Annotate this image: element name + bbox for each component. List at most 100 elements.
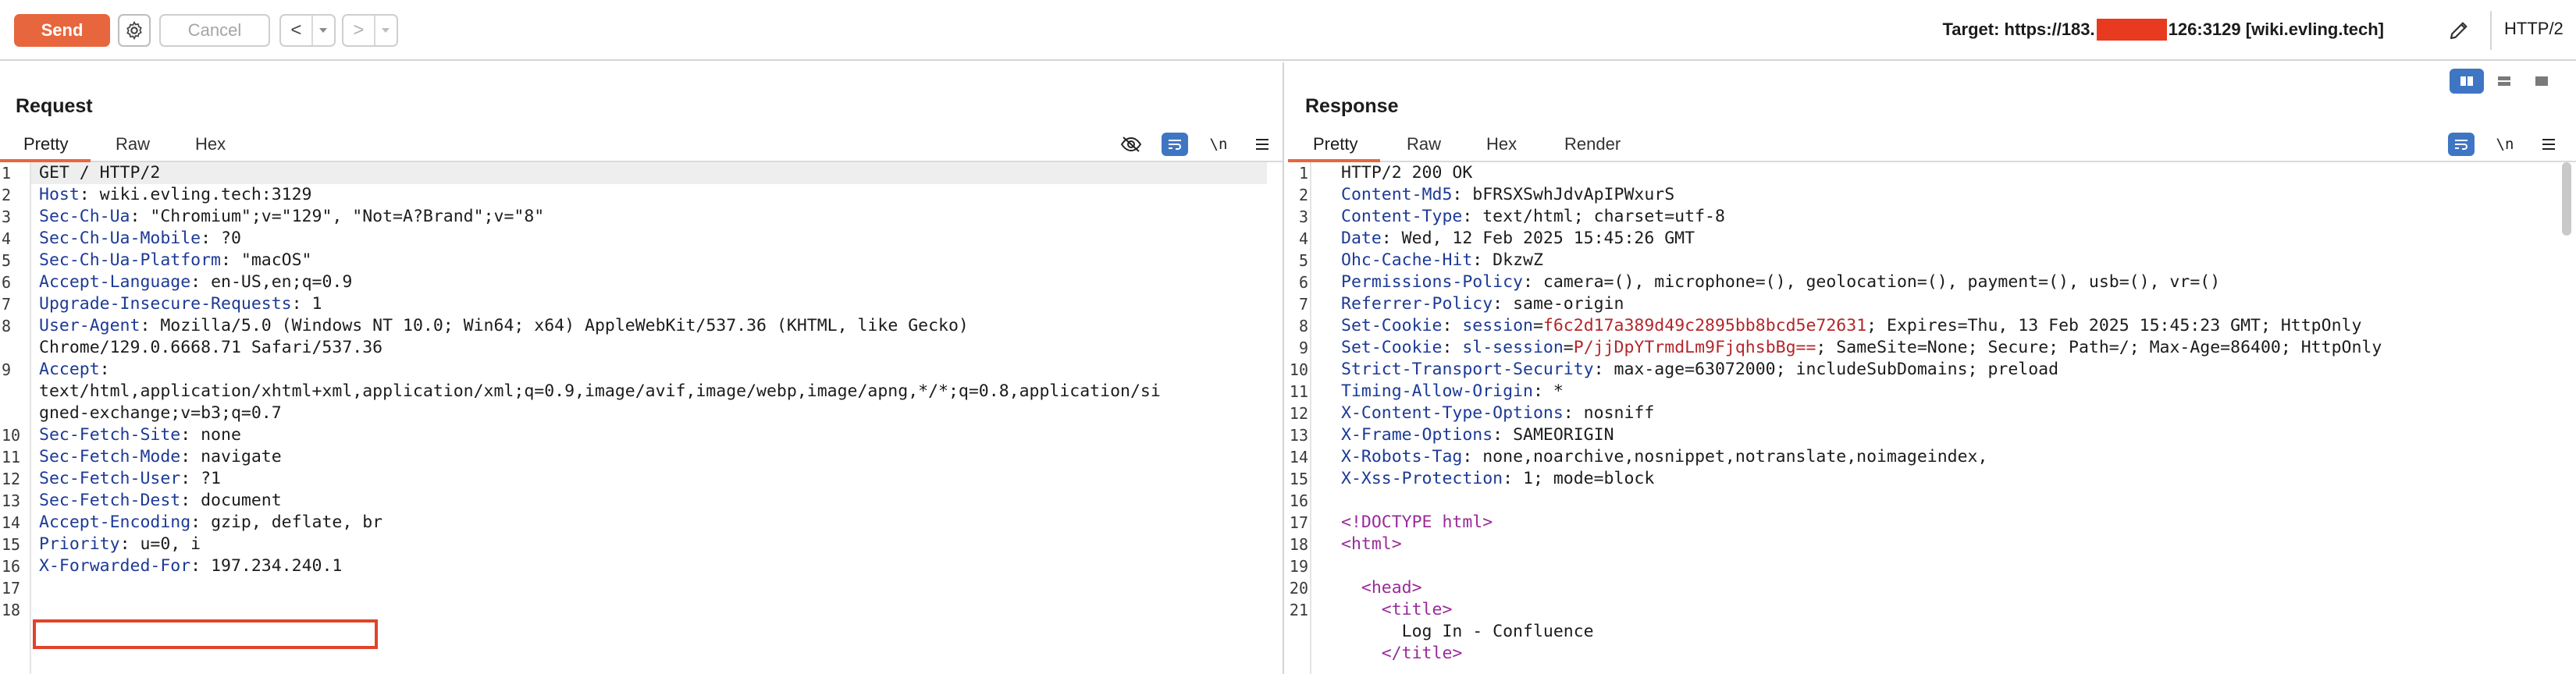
header-value: "Chromium";v="129", "Not=A?Brand";v="8" bbox=[140, 207, 545, 226]
forward-dropdown-icon[interactable] bbox=[375, 16, 397, 45]
header-colon: : bbox=[1442, 338, 1453, 357]
wrap-icon[interactable] bbox=[2448, 133, 2475, 156]
header-value: Mozilla/5.0 (Windows NT 10.0; Win64; x64… bbox=[150, 316, 969, 335]
header-colon: : bbox=[1381, 229, 1392, 248]
toolbar-divider bbox=[2490, 11, 2492, 50]
header-value: 1; mode=block bbox=[1513, 469, 1655, 488]
cancel-button[interactable]: Cancel bbox=[159, 14, 270, 47]
header-value: ?1 bbox=[190, 469, 222, 488]
settings-button[interactable] bbox=[118, 14, 151, 47]
header-name: Host bbox=[39, 185, 80, 204]
header-colon: : bbox=[190, 272, 201, 292]
back-arrow-icon[interactable]: < bbox=[281, 16, 313, 45]
hamburger-icon[interactable] bbox=[1249, 133, 1276, 156]
line-number: 2 bbox=[2, 186, 12, 204]
header-value: SAMEORIGIN bbox=[1503, 425, 1614, 445]
header-colon: : bbox=[1442, 316, 1453, 335]
tab-pretty[interactable]: Pretty bbox=[23, 134, 68, 161]
header-colon: : bbox=[1462, 447, 1473, 466]
forward-button[interactable]: > bbox=[342, 14, 398, 47]
response-editor[interactable]: 1 2 3 4 5 6 7 8 9 10 11 12 13 14 15 16 17 18 19 20 21 HTTP/2… bbox=[1288, 162, 2576, 674]
response-line: Permissions-Policy: camera=(), microphon… bbox=[1341, 271, 2220, 293]
line-number: 12 bbox=[2, 470, 21, 488]
response-line: Referrer-Policy: same-origin bbox=[1341, 293, 1624, 315]
header-colon: : bbox=[180, 447, 191, 466]
newline-icon[interactable]: \n bbox=[1205, 133, 1232, 156]
header-name: Sec-Fetch-Mode bbox=[39, 447, 181, 466]
header-name: Sec-Ch-Ua-Mobile bbox=[39, 229, 201, 248]
target-label[interactable]: Target: https://183. 126:3129 [wiki.evli… bbox=[1942, 19, 2384, 41]
eye-off-icon[interactable] bbox=[1118, 133, 1144, 156]
header-colon: : bbox=[180, 491, 191, 510]
line-number: 2 bbox=[1298, 186, 1308, 204]
tab-hex[interactable]: Hex bbox=[1486, 134, 1517, 161]
header-value: "macOS" bbox=[230, 250, 312, 270]
send-button[interactable]: Send bbox=[14, 14, 110, 47]
plain-text: Log In - Confluence bbox=[1341, 622, 1594, 641]
header-colon: : bbox=[79, 185, 90, 204]
line-number: 9 bbox=[1298, 339, 1308, 357]
header-value: GET / HTTP/2 bbox=[39, 163, 161, 183]
header-name: Sec-Fetch-User bbox=[39, 469, 181, 488]
pencil-icon bbox=[2450, 22, 2467, 40]
line-number: 10 bbox=[1289, 360, 1308, 379]
edit-target-button[interactable] bbox=[2443, 14, 2475, 47]
wrap-icon[interactable] bbox=[1162, 133, 1188, 156]
line-number: 8 bbox=[2, 317, 12, 335]
header-name: X-Content-Type-Options bbox=[1341, 403, 1564, 423]
header-name: X-Forwarded-For bbox=[39, 556, 191, 576]
tab-pretty[interactable]: Pretty bbox=[1313, 134, 1357, 161]
response-line: Content-Type: text/html; charset=utf-8 bbox=[1341, 206, 1725, 228]
request-line: gned-exchange;v=b3;q=0.7 bbox=[39, 403, 282, 424]
html-tag: <head> bbox=[1341, 578, 1422, 598]
cookie-name: sl-session bbox=[1452, 338, 1564, 357]
line-number bbox=[1288, 621, 1308, 643]
tab-hex[interactable]: Hex bbox=[195, 134, 226, 161]
line-number: 13 bbox=[1289, 426, 1308, 445]
header-colon: : bbox=[201, 229, 212, 248]
target-prefix: Target: https://183. bbox=[1942, 20, 2095, 39]
response-line: Set-Cookie: session=f6c2d17a389d49c2895b… bbox=[1341, 315, 2361, 337]
header-colon: : bbox=[190, 513, 201, 532]
back-button[interactable]: < bbox=[279, 14, 336, 47]
response-line: Content-Md5: bFRSXSwhJdvApIPWxurS bbox=[1341, 184, 1674, 206]
header-colon: : bbox=[1523, 272, 1533, 292]
tab-render[interactable]: Render bbox=[1564, 134, 1621, 161]
newline-icon[interactable]: \n bbox=[2492, 133, 2518, 156]
request-line: Sec-Fetch-Mode: navigate bbox=[39, 446, 282, 468]
header-colon: : bbox=[1563, 403, 1574, 423]
header-value: Wed, 12 Feb 2025 15:45:26 GMT bbox=[1391, 229, 1695, 248]
header-value: none bbox=[190, 425, 241, 445]
vertical-scrollbar[interactable] bbox=[2562, 162, 2571, 236]
header-colon: : bbox=[291, 294, 302, 314]
response-tabs: Pretty Raw Hex Render bbox=[1288, 129, 2576, 162]
header-value: 197.234.240.1 bbox=[201, 556, 343, 576]
html-tag: <!DOCTYPE html> bbox=[1341, 513, 1493, 532]
tab-raw[interactable]: Raw bbox=[1407, 134, 1441, 161]
header-name: Referrer-Policy bbox=[1341, 294, 1493, 314]
request-line: Chrome/129.0.6668.71 Safari/537.36 bbox=[39, 337, 382, 359]
cookie-value: f6c2d17a389d49c2895bb8bcd5e72631 bbox=[1542, 316, 1867, 335]
target-suffix: 126:3129 [wiki.evling.tech] bbox=[2168, 20, 2384, 39]
line-number: 16 bbox=[2, 557, 21, 576]
request-line: text/html,application/xhtml+xml,applicat… bbox=[39, 381, 1161, 403]
response-line: Timing-Allow-Origin: * bbox=[1341, 381, 1564, 403]
line-number: 17 bbox=[2, 579, 21, 598]
header-colon: : bbox=[1472, 250, 1483, 270]
header-name: Date bbox=[1341, 229, 1382, 248]
forward-arrow-icon[interactable]: > bbox=[343, 16, 375, 45]
tab-raw[interactable]: Raw bbox=[116, 134, 150, 161]
header-name: Set-Cookie bbox=[1341, 316, 1443, 335]
line-number: 19 bbox=[1289, 557, 1308, 576]
back-dropdown-icon[interactable] bbox=[313, 16, 334, 45]
header-name: Sec-Ch-Ua bbox=[39, 207, 130, 226]
header-name: Set-Cookie bbox=[1341, 338, 1443, 357]
response-line: X-Content-Type-Options: nosniff bbox=[1341, 403, 1654, 424]
hamburger-icon[interactable] bbox=[2535, 133, 2562, 156]
header-name: Timing-Allow-Origin bbox=[1341, 381, 1533, 401]
http-version-selector[interactable]: HTTP/2 bbox=[2504, 19, 2564, 39]
request-editor[interactable]: 1 2 3 4 5 6 7 8 9 10 11 12 13 14 15 16 17 18 GET / HTTP/2… bbox=[0, 162, 1283, 674]
line-number: 11 bbox=[2, 448, 21, 466]
line-number: 21 bbox=[1289, 601, 1308, 619]
request-line: Priority: u=0, i bbox=[39, 534, 201, 555]
